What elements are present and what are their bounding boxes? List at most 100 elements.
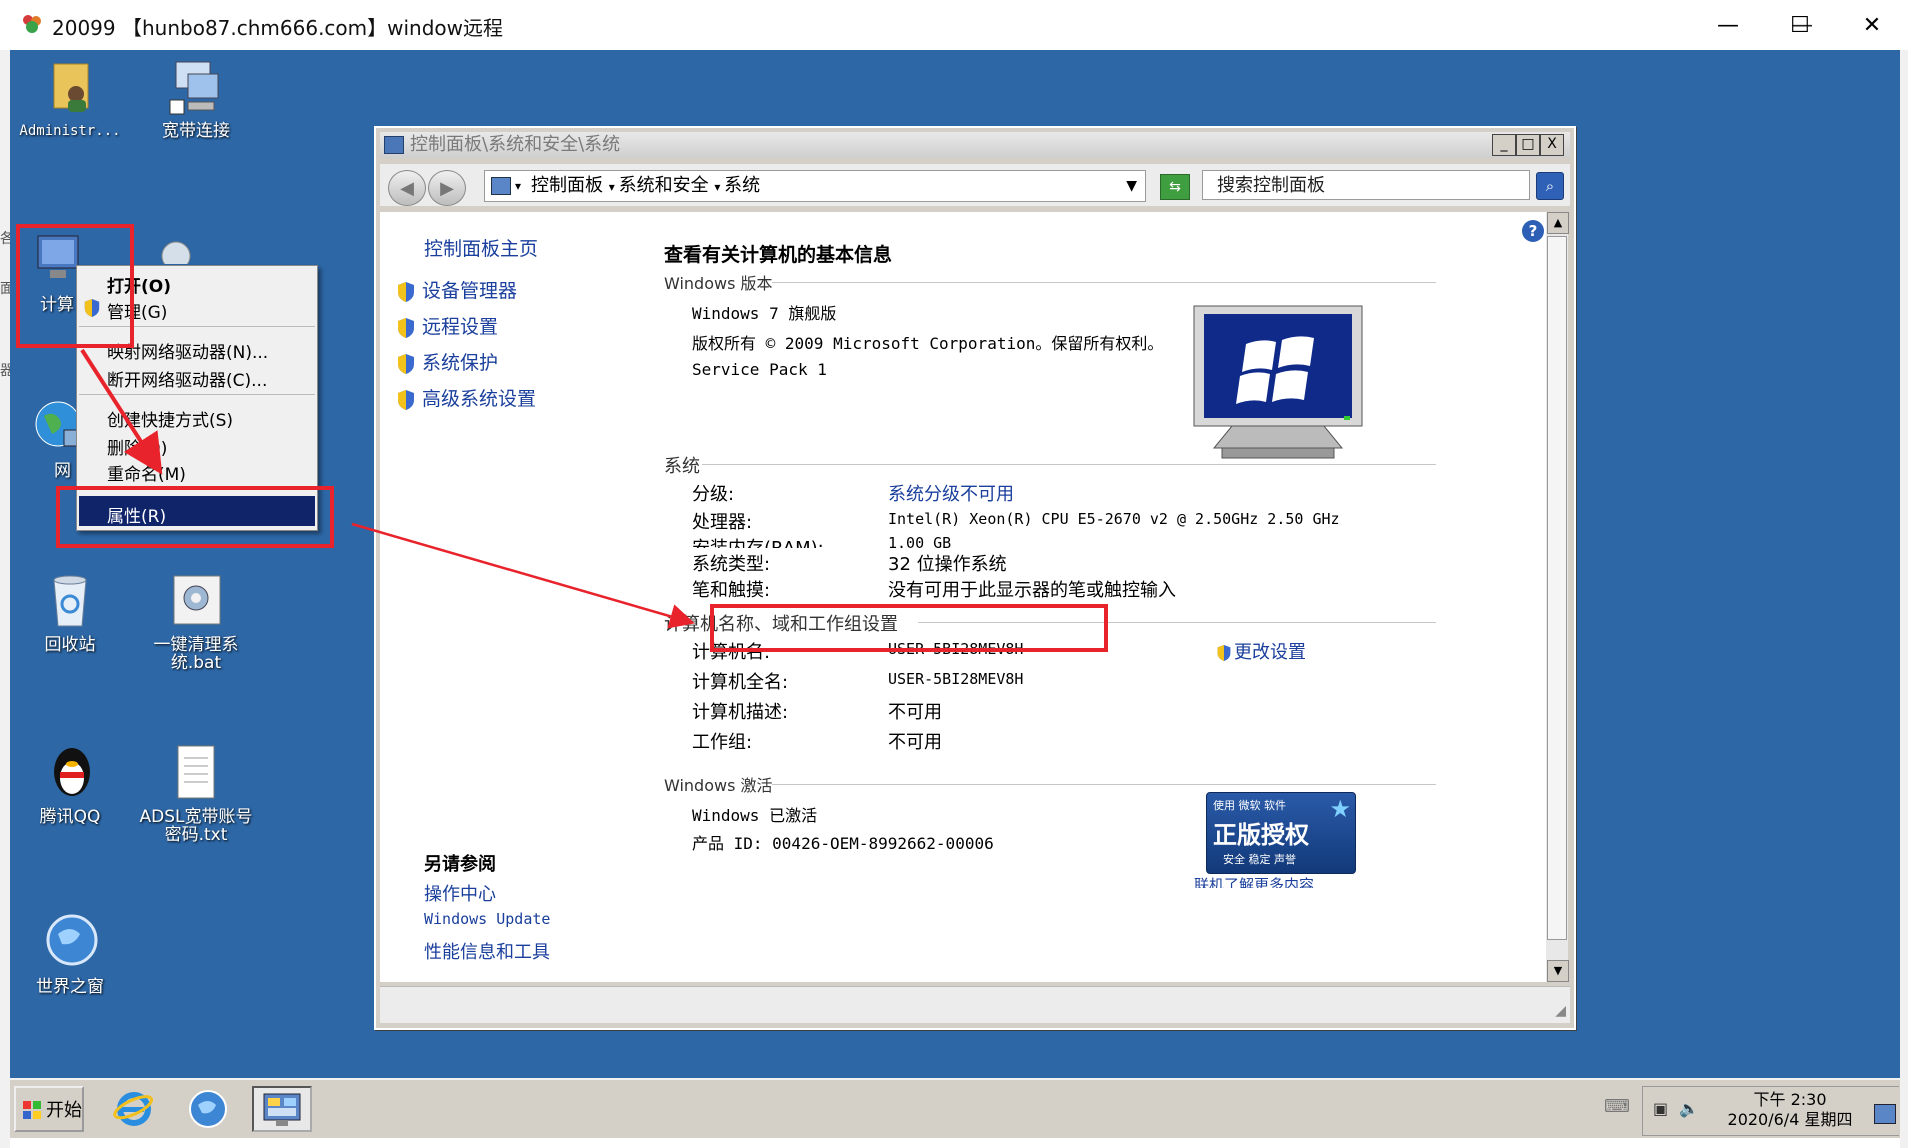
cp-minimize-button[interactable]: _ [1492, 134, 1516, 156]
system-section-title: 系统 [664, 456, 700, 477]
badge-sub-text: 安全 稳定 声誉 [1223, 853, 1296, 866]
speaker-icon[interactable]: 🔈 [1679, 1099, 1701, 1121]
forward-button[interactable]: ▶ [428, 170, 466, 206]
vertical-scrollbar[interactable]: ▲ ▼ [1546, 212, 1569, 982]
full-name-label: 计算机全名: [692, 672, 789, 693]
network-tray-icon[interactable]: ▣ [1653, 1099, 1675, 1121]
windows-update-link[interactable]: Windows Update [424, 910, 550, 928]
network-connection-icon [166, 56, 226, 116]
desktop-icon-adsl-txt[interactable]: ADSL宽带账号 密码.txt [136, 742, 256, 844]
rating-link[interactable]: 系统分级不可用 [888, 480, 1014, 506]
globe-icon [189, 1090, 227, 1128]
system-control-panel-window: 控制面板\系统和安全\系统 _ □ X ◀ ▶ ▾ 控制面板 ▾ 系统和安全 ▾… [374, 126, 1576, 1030]
star-icon: ★ [1329, 795, 1351, 823]
performance-link[interactable]: 性能信息和工具 [424, 938, 550, 964]
page-title: 查看有关计算机的基本信息 [664, 244, 893, 266]
scroll-down-icon[interactable]: ▼ [1547, 960, 1569, 982]
menu-item-create-shortcut[interactable]: 创建快捷方式(S) [107, 406, 233, 431]
product-id: 产品 ID: 00426-OEM-8992662-00006 [692, 834, 994, 853]
outer-title-bar: 20099 【hunbo87.chm666.com】window远程 — [0, 0, 1908, 51]
advanced-settings-link[interactable]: 高级系统设置 [396, 384, 536, 411]
qq-penguin-icon [40, 742, 100, 802]
scroll-thumb[interactable] [1547, 236, 1567, 940]
action-center-link[interactable]: 操作中心 [424, 880, 496, 906]
description-value: 不可用 [888, 702, 942, 723]
desktop-icon-administrator[interactable]: Administr... [10, 56, 130, 140]
menu-item-disconnect-drive[interactable]: 断开网络驱动器(C)... [107, 366, 267, 391]
menu-item-delete[interactable]: 删除(D) [107, 434, 167, 459]
cp-title: 控制面板\系统和安全\系统 [410, 134, 621, 155]
copyright-text: 版权所有 © 2009 Microsoft Corporation。保留所有权利… [692, 334, 1164, 353]
search-button[interactable]: ⌕ [1536, 172, 1564, 200]
breadcrumb-item[interactable]: 系统和安全 [619, 175, 709, 196]
user-folder-icon [40, 56, 100, 116]
world-browser-icon [40, 912, 100, 972]
desktop-icon-broadband[interactable]: 宽带连接 [136, 56, 256, 140]
desktop-icon-qq[interactable]: 腾讯QQ [10, 742, 130, 826]
control-panel-icon [263, 1093, 301, 1126]
browser-taskbar-button[interactable] [178, 1086, 238, 1132]
genuine-badge[interactable]: 使用 微软 软件 正版授权 安全 稳定 声誉 ★ [1206, 792, 1356, 874]
taskbar: 开始 ⌨ ▣ 🔈 下午 2:30 2020/6/4 星期四 [10, 1078, 1900, 1138]
pen-touch-value: 没有可用于此显示器的笔或触控输入 [888, 580, 1176, 601]
ram-label: 安装内存(RAM): [692, 534, 824, 548]
uac-shield-icon [398, 353, 414, 374]
windows-logo-monitor-icon [1192, 304, 1364, 464]
workgroup-value: 不可用 [888, 732, 942, 753]
pen-touch-label: 笔和触摸: [692, 580, 771, 601]
cp-close-button[interactable]: X [1540, 134, 1564, 156]
device-manager-link[interactable]: 设备管理器 [396, 276, 517, 303]
learn-more-link[interactable]: 联机了解更多内容... [1194, 874, 1328, 888]
close-button[interactable]: ✕ [1852, 8, 1892, 42]
right-edge-strip [1900, 50, 1908, 1148]
clock[interactable]: 下午 2:30 2020/6/4 星期四 [1710, 1090, 1870, 1130]
menu-separator [79, 394, 315, 395]
system-type-value: 32 位操作系统 [888, 554, 1007, 575]
system-protection-link[interactable]: 系统保护 [396, 348, 498, 375]
min-button[interactable]: — [1708, 8, 1748, 42]
cp-maximize-button[interactable]: □ [1516, 134, 1540, 156]
cp-title-bar: 控制面板\系统和安全\系统 [380, 132, 1570, 158]
breadcrumb-item[interactable]: 系统 [724, 175, 760, 196]
computer-small-icon [491, 177, 511, 195]
resize-grip-icon[interactable]: ◢ [1555, 1003, 1566, 1019]
breadcrumb-item[interactable]: 控制面板 [531, 175, 603, 196]
change-settings-link[interactable]: 更改设置 [1216, 638, 1306, 664]
search-input[interactable]: 搜索控制面板 [1202, 170, 1530, 200]
refresh-button[interactable]: ⇆ [1160, 174, 1190, 200]
uac-shield-icon [398, 389, 414, 410]
activation-section-title: Windows 激活 [664, 776, 773, 795]
windows-flag-icon [23, 1101, 41, 1119]
window-title: 20099 【hunbo87.chm666.com】window远程 [52, 16, 504, 40]
start-button[interactable]: 开始 [14, 1086, 84, 1132]
scroll-up-icon[interactable]: ▲ [1547, 212, 1569, 234]
text-file-icon [166, 742, 226, 802]
keyboard-icon[interactable]: ⌨ [1604, 1096, 1630, 1120]
ie-taskbar-button[interactable] [104, 1086, 164, 1132]
control-panel-taskbar-button[interactable] [252, 1086, 312, 1132]
processor-label: 处理器: [692, 512, 753, 533]
full-name-value: USER-5BI28MEV8H [888, 670, 1024, 688]
cp-home-link[interactable]: 控制面板主页 [424, 234, 538, 261]
address-bar[interactable]: ▾ 控制面板 ▾ 系统和安全 ▾ 系统 ▼ [484, 170, 1146, 202]
help-icon[interactable]: ? [1522, 220, 1544, 242]
desktop-icon-recycle-bin[interactable]: 回收站 [10, 570, 130, 654]
control-panel-icon [384, 136, 404, 154]
back-button[interactable]: ◀ [388, 170, 426, 206]
ram-value: 1.00 GB [888, 534, 952, 548]
address-dropdown-icon[interactable]: ▼ [1126, 171, 1137, 201]
chevron-down-icon: ▾ [714, 180, 725, 194]
desktop-icon-world-window[interactable]: 世界之窗 [10, 912, 130, 996]
menu-item-rename[interactable]: 重命名(M) [107, 460, 186, 485]
internet-explorer-icon [113, 1092, 154, 1126]
system-type-label: 系统类型: [692, 554, 771, 575]
annotation-box-computer [16, 224, 134, 348]
arrow-right-icon: ▶ [440, 177, 454, 199]
description-label: 计算机描述: [692, 702, 789, 723]
start-label: 开始 [46, 1100, 82, 1121]
remote-settings-link[interactable]: 远程设置 [396, 312, 498, 339]
desktop-icon-cleanup-bat[interactable]: 一键清理系 统.bat [136, 570, 256, 672]
search-icon: ⌕ [1545, 177, 1555, 195]
show-desktop-icon[interactable] [1874, 1104, 1896, 1124]
maximize-button[interactable]: ☐ [1780, 8, 1820, 42]
